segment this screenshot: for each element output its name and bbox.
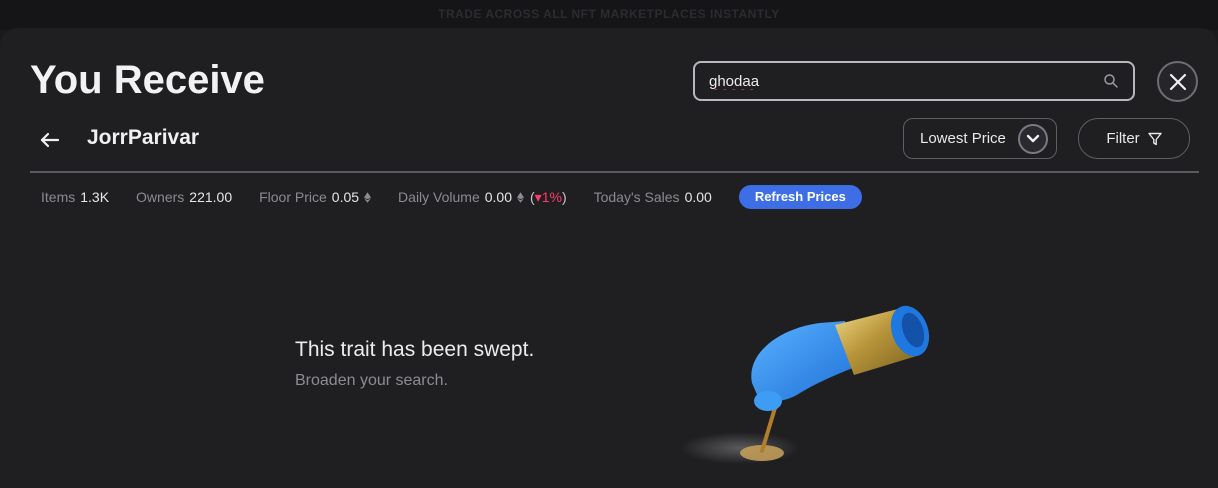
stat-owners: Owners 221.00 — [136, 189, 232, 205]
stat-todays-sales: Today's Sales 0.00 — [594, 189, 712, 205]
header-divider — [30, 171, 1199, 173]
chevron-down-button[interactable] — [1018, 124, 1048, 154]
banner-text: TRADE ACROSS ALL NFT MARKETPLACES INSTAN… — [438, 7, 780, 21]
stat-owners-label: Owners — [136, 189, 185, 205]
search-field[interactable] — [693, 61, 1135, 101]
filter-button[interactable]: Filter — [1078, 118, 1190, 159]
receive-modal: You Receive JorrParivar Lowest Price Fil… — [0, 28, 1218, 488]
stat-owners-value: 221.00 — [189, 189, 233, 205]
search-input[interactable] — [709, 71, 1089, 91]
stat-items-label: Items — [41, 189, 76, 205]
sweeping-glove-illustration — [680, 305, 930, 464]
volume-change-value: ▾1% — [534, 188, 562, 205]
eth-icon — [517, 191, 524, 203]
refresh-prices-button[interactable]: Refresh Prices — [738, 185, 862, 209]
back-arrow-icon — [40, 132, 60, 148]
stat-sales-value: 0.00 — [684, 189, 712, 205]
stat-items: Items 1.3K — [41, 189, 109, 205]
volume-change: (▾1%) — [530, 189, 567, 206]
sort-label: Lowest Price — [920, 130, 1006, 147]
stat-volume-value: 0.00 — [484, 189, 512, 205]
eth-icon — [364, 191, 372, 203]
stat-daily-volume: Daily Volume 0.00 (▾1%) — [398, 189, 567, 206]
filter-icon — [1147, 132, 1162, 145]
empty-state-subtitle: Broaden your search. — [295, 372, 448, 389]
filter-label: Filter — [1106, 130, 1140, 147]
chevron-down-icon — [1026, 134, 1040, 143]
sort-dropdown[interactable]: Lowest Price — [903, 118, 1057, 159]
back-button[interactable] — [40, 128, 60, 154]
search-icon[interactable] — [1103, 73, 1119, 89]
top-banner: TRADE ACROSS ALL NFT MARKETPLACES INSTAN… — [0, 0, 1218, 30]
collection-stats: Items 1.3K Owners 221.00 Floor Price 0.0… — [41, 185, 862, 209]
stat-sales-label: Today's Sales — [593, 189, 680, 205]
stat-items-value: 1.3K — [80, 189, 110, 205]
stat-floor: Floor Price 0.05 — [259, 189, 372, 205]
stat-floor-label: Floor Price — [259, 189, 327, 205]
volume-change-close: ) — [561, 188, 567, 205]
stat-floor-value: 0.05 — [331, 189, 360, 205]
stat-volume-label: Daily Volume — [398, 189, 480, 205]
close-button[interactable] — [1157, 61, 1198, 102]
close-icon — [1169, 73, 1186, 90]
collection-name: JorrParivar — [87, 126, 200, 149]
empty-state-title: This trait has been swept. — [295, 338, 535, 361]
page-title: You Receive — [30, 58, 265, 102]
